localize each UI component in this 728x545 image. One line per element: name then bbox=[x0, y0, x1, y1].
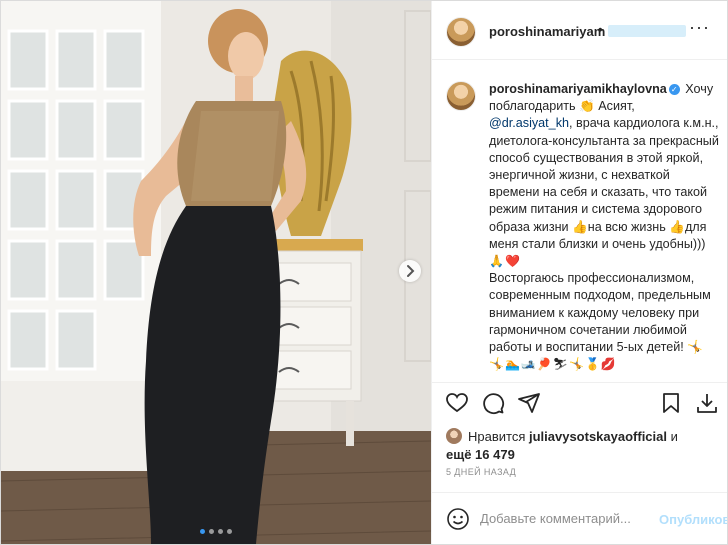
mention-link[interactable]: @dr.asiyat_kh bbox=[489, 116, 569, 130]
post-header: poroshinamariyam • ··· bbox=[432, 1, 727, 60]
more-options-icon[interactable]: ··· bbox=[689, 17, 710, 38]
caption-text: poroshinamariyamikhaylovna ✓ Хочу поблаго… bbox=[489, 81, 719, 373]
caption-emoji-row-2: 🤸🏊🎿🏓⛷🤸🥇💋 bbox=[489, 357, 617, 372]
caption-part-2: , врача кардиолога к.м.н., диетолога-кон… bbox=[489, 116, 719, 251]
comment-icon[interactable] bbox=[481, 391, 505, 415]
carousel-dot-active bbox=[200, 529, 205, 534]
author-username[interactable]: poroshinamariyam bbox=[489, 24, 605, 39]
action-bar bbox=[432, 382, 727, 423]
share-icon[interactable] bbox=[517, 391, 541, 415]
verified-badge-icon: ✓ bbox=[668, 84, 680, 95]
download-icon[interactable] bbox=[695, 391, 719, 415]
carousel-dot bbox=[209, 529, 214, 534]
bookmark-icon[interactable] bbox=[659, 391, 683, 415]
post-photo bbox=[1, 1, 431, 544]
liker-username[interactable]: juliavysotskayaofficial bbox=[529, 429, 667, 444]
next-slide-button[interactable] bbox=[399, 260, 421, 282]
carousel-indicator bbox=[200, 521, 236, 539]
likes-prefix: Нравится bbox=[468, 429, 529, 444]
post-sidebar: poroshinamariyam • ··· poroshinamariyami… bbox=[431, 1, 727, 544]
carousel-dot bbox=[218, 529, 223, 534]
likes-count[interactable]: ещё 16 479 bbox=[446, 447, 515, 462]
publish-button[interactable]: Опубликовать bbox=[659, 512, 727, 527]
liker-avatar[interactable] bbox=[446, 428, 462, 444]
heart-icon[interactable] bbox=[445, 391, 469, 415]
likes-section: Нравится juliavysotskayaofficial и ещё 1… bbox=[446, 428, 716, 464]
comment-box: Опубликовать bbox=[432, 492, 727, 544]
caption-part-3: Восторгаюсь профессионализмом, современн… bbox=[489, 271, 711, 355]
caption-section: poroshinamariyamikhaylovna ✓ Хочу поблаго… bbox=[432, 59, 727, 382]
chevron-right-icon bbox=[407, 265, 415, 277]
follow-button-placeholder[interactable] bbox=[608, 25, 686, 37]
carousel-dot bbox=[227, 529, 232, 534]
comment-input[interactable] bbox=[480, 511, 640, 526]
caption-emoji-row-1: 🙏❤️ bbox=[489, 254, 521, 269]
post-timestamp[interactable]: 5 ДНЕЙ НАЗАД bbox=[446, 467, 516, 477]
post-image[interactable] bbox=[1, 1, 431, 544]
header-separator: • bbox=[598, 22, 603, 37]
emoji-icon[interactable] bbox=[446, 507, 470, 531]
likes-conj: и bbox=[667, 429, 678, 444]
caption-author[interactable]: poroshinamariyamikhaylovna bbox=[489, 82, 667, 96]
author-avatar[interactable] bbox=[446, 17, 476, 47]
caption-author-avatar[interactable] bbox=[446, 81, 476, 111]
post-frame: poroshinamariyam • ··· poroshinamariyami… bbox=[0, 0, 728, 545]
